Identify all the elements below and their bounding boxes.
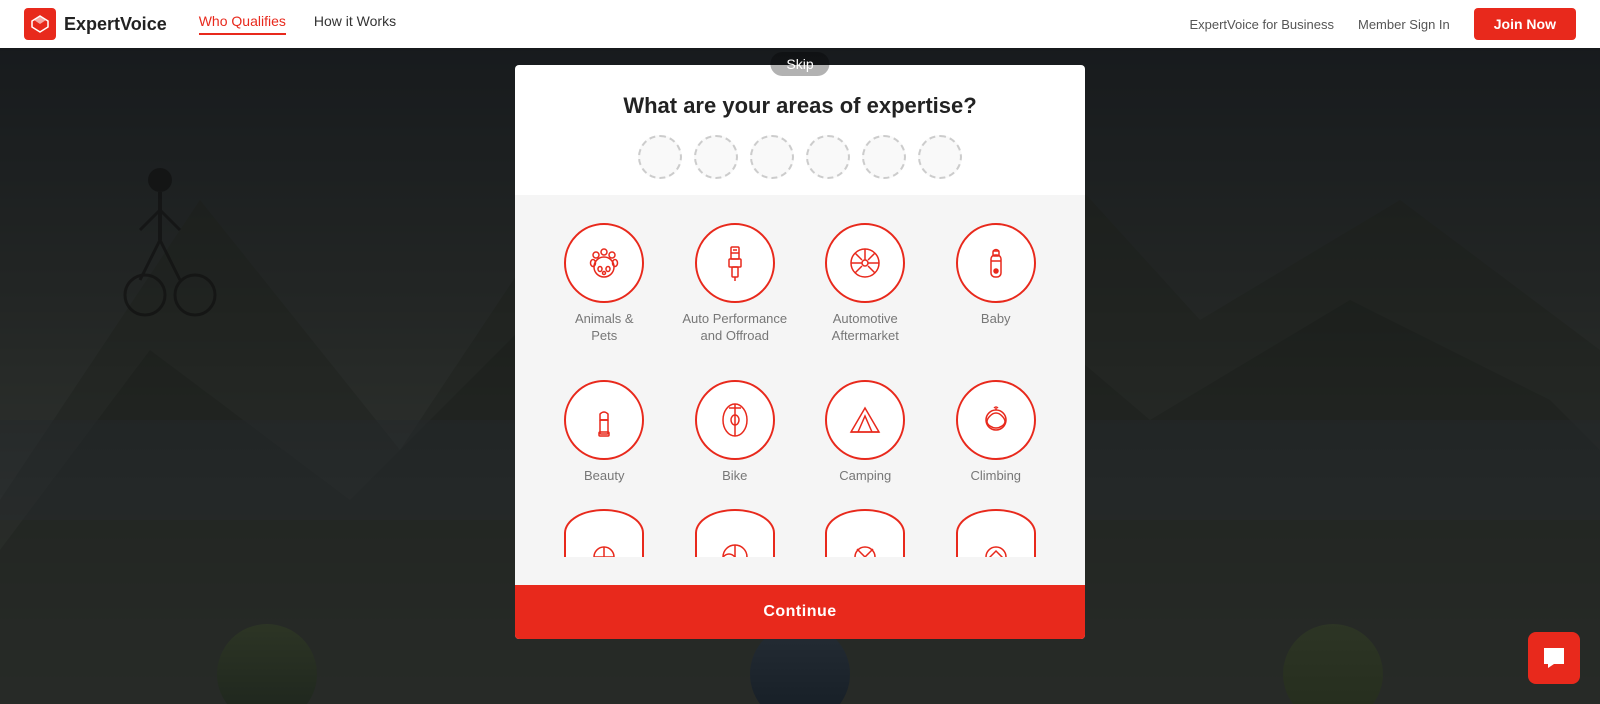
- partial-row: [543, 501, 1057, 573]
- join-now-button[interactable]: Join Now: [1474, 8, 1576, 40]
- selection-dot-6: [918, 135, 962, 179]
- partial-circle-3: [825, 509, 905, 557]
- expertise-baby[interactable]: Baby: [935, 215, 1058, 353]
- selection-dots: [543, 135, 1057, 179]
- expertise-bike[interactable]: Bike: [674, 372, 797, 493]
- auto-performance-label: Auto Performance and Offroad: [678, 311, 793, 345]
- logo-text: ExpertVoice: [64, 14, 167, 35]
- skip-label[interactable]: Skip: [770, 52, 829, 76]
- partial-item-2[interactable]: [674, 501, 797, 565]
- auto-performance-circle: [695, 223, 775, 303]
- animals-pets-circle: [564, 223, 644, 303]
- nav-who-qualifies[interactable]: Who Qualifies: [199, 13, 286, 35]
- expertise-auto-performance[interactable]: Auto Performance and Offroad: [674, 215, 797, 353]
- climbing-circle: [956, 380, 1036, 460]
- camping-circle: [825, 380, 905, 460]
- nav-business-link[interactable]: ExpertVoice for Business: [1189, 17, 1334, 32]
- partial-item-1[interactable]: [543, 501, 666, 565]
- selection-dot-1: [638, 135, 682, 179]
- partial-circle-2: [695, 509, 775, 557]
- chat-bubble[interactable]: [1528, 632, 1580, 684]
- nav-how-it-works[interactable]: How it Works: [314, 13, 396, 35]
- expertise-climbing[interactable]: Climbing: [935, 372, 1058, 493]
- expertise-beauty[interactable]: Beauty: [543, 372, 666, 493]
- automotive-circle: [825, 223, 905, 303]
- navbar: ExpertVoice Who Qualifies How it Works E…: [0, 0, 1600, 48]
- logo[interactable]: ExpertVoice: [24, 8, 167, 40]
- bike-circle: [695, 380, 775, 460]
- climbing-label: Climbing: [970, 468, 1021, 485]
- expertise-automotive[interactable]: Automotive Aftermarket: [804, 215, 927, 353]
- selection-dot-4: [806, 135, 850, 179]
- nav-right: ExpertVoice for Business Member Sign In …: [1189, 8, 1576, 40]
- selection-dot-5: [862, 135, 906, 179]
- expertise-camping[interactable]: Camping: [804, 372, 927, 493]
- partial-item-3[interactable]: [804, 501, 927, 565]
- modal-header: What are your areas of expertise?: [515, 65, 1085, 195]
- beauty-label: Beauty: [584, 468, 624, 485]
- automotive-label: Automotive Aftermarket: [808, 311, 923, 345]
- selection-dot-2: [694, 135, 738, 179]
- animals-pets-label: Animals &Pets: [575, 311, 634, 345]
- camping-label: Camping: [839, 468, 891, 485]
- modal-title: What are your areas of expertise?: [543, 93, 1057, 119]
- expertise-animals-pets[interactable]: Animals &Pets: [543, 215, 666, 353]
- baby-circle: [956, 223, 1036, 303]
- modal-overlay: What are your areas of expertise?: [0, 0, 1600, 704]
- beauty-circle: [564, 380, 644, 460]
- nav-signin-link[interactable]: Member Sign In: [1358, 17, 1450, 32]
- logo-icon: [24, 8, 56, 40]
- baby-label: Baby: [981, 311, 1011, 328]
- partial-circle-1: [564, 509, 644, 557]
- expertise-grid-container[interactable]: Animals &Pets: [515, 195, 1085, 586]
- partial-circle-4: [956, 509, 1036, 557]
- partial-item-4[interactable]: [935, 501, 1058, 565]
- bike-label: Bike: [722, 468, 747, 485]
- selection-dot-3: [750, 135, 794, 179]
- expertise-grid: Animals &Pets: [543, 207, 1057, 502]
- modal-footer: Continue: [515, 585, 1085, 639]
- nav-links: Who Qualifies How it Works: [199, 13, 396, 35]
- continue-button[interactable]: Continue: [515, 585, 1085, 639]
- expertise-modal: What are your areas of expertise?: [515, 65, 1085, 640]
